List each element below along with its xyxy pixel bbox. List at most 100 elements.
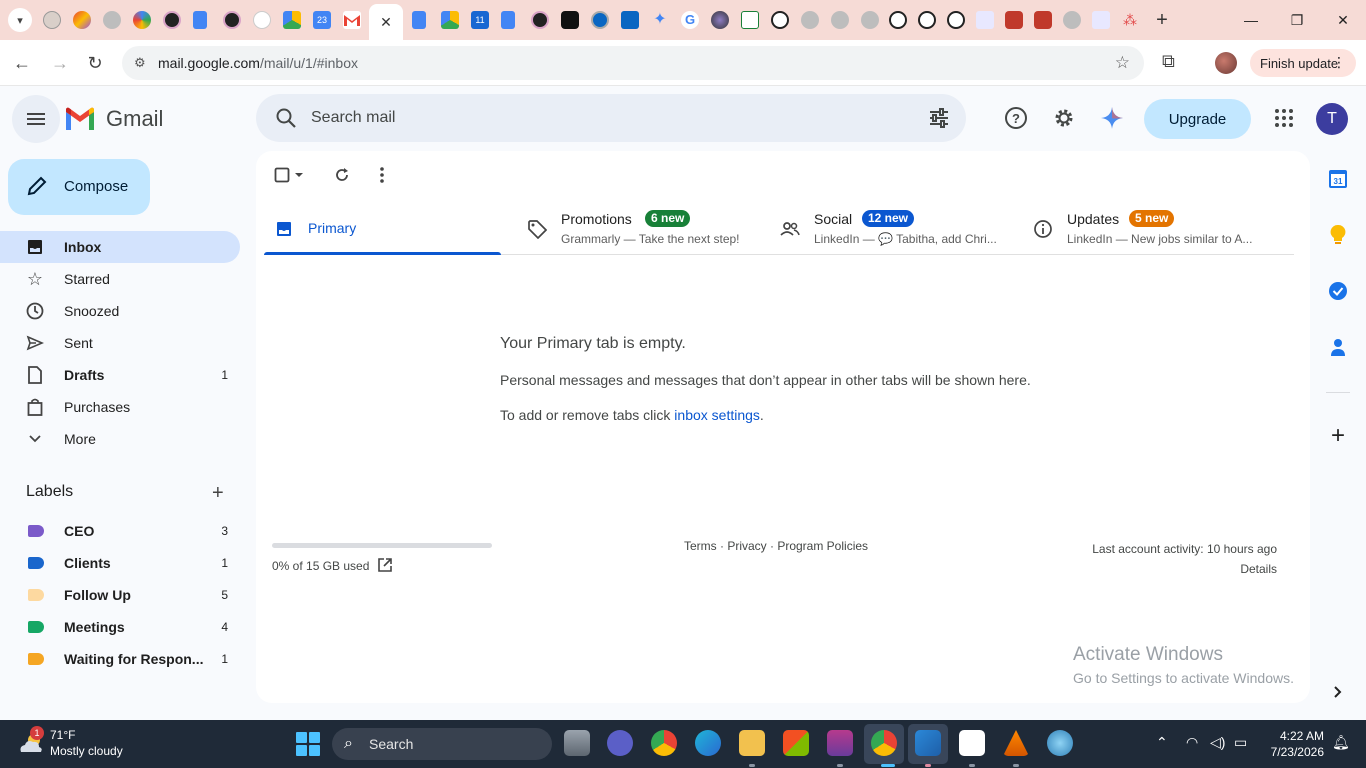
tab-favicon-calendar-2[interactable]: 11 bbox=[471, 11, 489, 29]
tab-favicon-docs-2[interactable] bbox=[412, 11, 426, 29]
tab-social[interactable]: Social 12 new LinkedIn — 💬 Tabitha, add … bbox=[770, 206, 1010, 255]
sidebar-item-starred[interactable]: ☆ Starred bbox=[0, 263, 240, 295]
paint-palette-icon[interactable] bbox=[1047, 730, 1073, 756]
sidebar-item-sent[interactable]: Sent bbox=[0, 327, 240, 359]
tasks-check-icon[interactable] bbox=[1326, 279, 1350, 303]
tab-favicon-openai-3[interactable] bbox=[918, 11, 936, 29]
gemini-sparkle-icon[interactable] bbox=[1100, 106, 1124, 130]
tab-favicon-12[interactable] bbox=[831, 11, 849, 29]
open-in-new-icon[interactable] bbox=[377, 557, 393, 573]
winrar-icon[interactable] bbox=[827, 730, 853, 756]
help-icon[interactable]: ? bbox=[1004, 106, 1028, 130]
account-avatar[interactable]: T bbox=[1316, 103, 1348, 135]
chrome-menu-icon[interactable]: ⋮ bbox=[1332, 54, 1346, 71]
get-addons-plus-icon[interactable]: + bbox=[1326, 422, 1350, 449]
sidebar-item-inbox[interactable]: Inbox bbox=[0, 231, 240, 263]
more-actions-icon[interactable] bbox=[373, 166, 391, 184]
taskbar-search-box[interactable]: ⌕ Search bbox=[332, 728, 552, 760]
calendar-app-icon[interactable]: 31 bbox=[1326, 167, 1350, 191]
gmail-logo-icon[interactable] bbox=[64, 106, 96, 132]
tab-updates[interactable]: Updates 5 new LinkedIn — New jobs simila… bbox=[1023, 206, 1263, 255]
tab-favicon-7[interactable] bbox=[253, 11, 271, 29]
system-clock[interactable]: 4:22 AM 7/23/2026 bbox=[1266, 728, 1324, 760]
select-all-checkbox[interactable] bbox=[273, 166, 291, 184]
sidebar-item-drafts[interactable]: Drafts 1 bbox=[0, 359, 240, 391]
address-bar[interactable]: ⚙ mail.google.com/mail/u/1/#inbox ☆ bbox=[122, 46, 1144, 80]
search-icon[interactable] bbox=[274, 106, 298, 130]
tab-favicon-3[interactable] bbox=[103, 11, 121, 29]
tab-favicon-9[interactable] bbox=[561, 11, 579, 29]
tab-favicon-14[interactable] bbox=[976, 11, 994, 29]
battery-icon[interactable]: ▭ bbox=[1234, 734, 1247, 751]
main-menu-button[interactable] bbox=[12, 95, 60, 143]
window-close-icon[interactable]: ✕ bbox=[1328, 6, 1358, 34]
tab-favicon-calendar[interactable]: 23 bbox=[313, 11, 331, 29]
tab-favicon-linkedin-2[interactable] bbox=[621, 11, 639, 29]
label-item-waiting[interactable]: Waiting for Respon... 1 bbox=[0, 643, 240, 675]
sidebar-item-purchases[interactable]: Purchases bbox=[0, 391, 240, 423]
wifi-icon[interactable]: ◠ bbox=[1186, 734, 1198, 751]
tab-favicon-16[interactable] bbox=[1034, 11, 1052, 29]
tab-favicon-docs[interactable] bbox=[193, 11, 207, 29]
tab-favicon-5[interactable] bbox=[163, 11, 181, 29]
task-view-icon[interactable] bbox=[564, 730, 590, 756]
keep-bulb-icon[interactable] bbox=[1326, 223, 1350, 247]
search-options-icon[interactable] bbox=[928, 107, 950, 129]
bookmark-star-icon[interactable]: ☆ bbox=[1115, 53, 1130, 73]
label-item-follow-up[interactable]: Follow Up 5 bbox=[0, 579, 240, 611]
tab-favicon-openai-4[interactable] bbox=[947, 11, 965, 29]
tab-favicon-6[interactable] bbox=[223, 11, 241, 29]
finish-update-button[interactable]: Finish update ⋮ bbox=[1250, 49, 1356, 77]
vlc-cone-icon[interactable] bbox=[1003, 730, 1029, 756]
tab-favicon-linkedin[interactable] bbox=[591, 11, 609, 29]
forward-arrow-icon[interactable]: → bbox=[48, 51, 72, 75]
contacts-person-icon[interactable] bbox=[1326, 335, 1350, 359]
site-info-icon[interactable]: ⚙ bbox=[134, 55, 146, 71]
active-tab-close-icon[interactable]: ✕ bbox=[369, 4, 403, 40]
extensions-puzzle-icon[interactable]: ⧉ bbox=[1162, 51, 1175, 72]
microsoft-store-icon[interactable] bbox=[783, 730, 809, 756]
tab-favicon-13[interactable] bbox=[861, 11, 879, 29]
tab-favicon-gemini-icon[interactable]: ✦ bbox=[651, 11, 669, 29]
edge-taskbar-icon[interactable] bbox=[695, 730, 721, 756]
sidebar-item-more[interactable]: More bbox=[0, 423, 240, 455]
select-dropdown-icon[interactable] bbox=[293, 166, 305, 184]
back-arrow-icon[interactable]: ← bbox=[10, 51, 34, 75]
show-hidden-icons-chevron-icon[interactable]: ⌃ bbox=[1156, 734, 1168, 751]
tab-favicon-docs-3[interactable] bbox=[501, 11, 515, 29]
label-item-clients[interactable]: Clients 1 bbox=[0, 547, 240, 579]
file-explorer-icon[interactable] bbox=[739, 730, 765, 756]
expand-side-panel-chevron-icon[interactable] bbox=[1326, 680, 1350, 704]
tab-favicon-openai-2[interactable] bbox=[889, 11, 907, 29]
tab-favicon-8[interactable] bbox=[531, 11, 549, 29]
tab-favicon-17[interactable] bbox=[1063, 11, 1081, 29]
search-input[interactable] bbox=[311, 104, 871, 132]
tab-favicon-openai[interactable] bbox=[771, 11, 789, 29]
teams-chat-icon[interactable] bbox=[607, 730, 633, 756]
tab-primary[interactable]: Primary bbox=[264, 206, 501, 255]
notifications-bell-icon[interactable]: 🔔︎ bbox=[1332, 734, 1350, 751]
tab-favicon-gmail[interactable] bbox=[343, 11, 361, 29]
weather-temperature[interactable]: 71°F bbox=[50, 728, 75, 742]
sidebar-item-snoozed[interactable]: Snoozed bbox=[0, 295, 240, 327]
new-tab-plus-icon[interactable]: + bbox=[1150, 8, 1174, 32]
weather-condition[interactable]: Mostly cloudy bbox=[50, 744, 123, 758]
tab-favicon-google[interactable]: G bbox=[681, 11, 699, 29]
minimize-icon[interactable]: — bbox=[1236, 6, 1266, 34]
tab-favicon-asana-icon[interactable]: ⁂ bbox=[1121, 11, 1139, 29]
label-item-meetings[interactable]: Meetings 4 bbox=[0, 611, 240, 643]
tab-favicon-4[interactable] bbox=[133, 11, 151, 29]
tab-favicon-drive[interactable] bbox=[283, 11, 301, 29]
google-apps-grid-icon[interactable] bbox=[1272, 106, 1296, 130]
upgrade-button[interactable]: Upgrade bbox=[1144, 99, 1251, 139]
url-text[interactable]: mail.google.com/mail/u/1/#inbox bbox=[158, 55, 358, 71]
tab-favicon-2[interactable] bbox=[73, 11, 91, 29]
volume-icon[interactable]: ◁) bbox=[1210, 734, 1225, 751]
tab-favicon-sheets[interactable] bbox=[741, 11, 759, 29]
compose-button[interactable]: Compose bbox=[8, 159, 150, 215]
photos-taskbar-icon[interactable] bbox=[915, 730, 941, 756]
settings-gear-icon[interactable] bbox=[1052, 106, 1076, 130]
refresh-icon[interactable] bbox=[333, 166, 351, 184]
snipping-tool-icon[interactable] bbox=[959, 730, 985, 756]
inbox-settings-link[interactable]: inbox settings bbox=[674, 407, 760, 423]
